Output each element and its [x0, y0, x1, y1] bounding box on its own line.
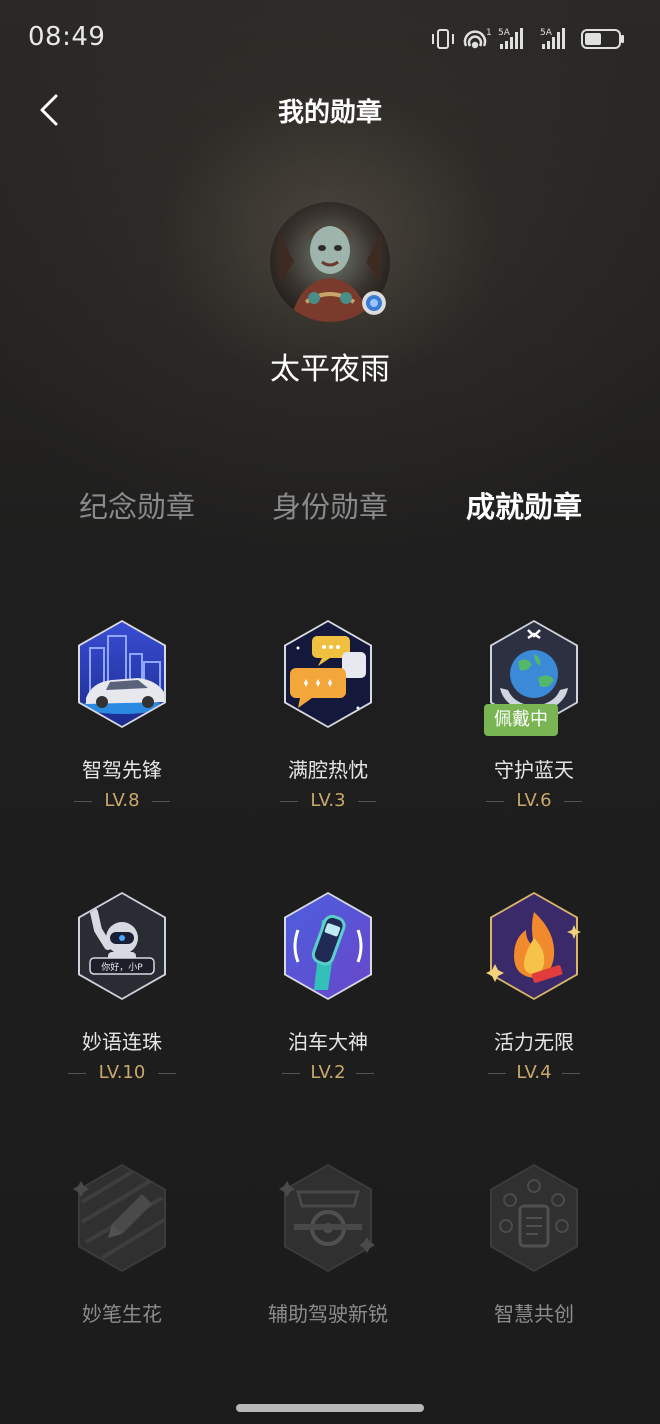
tab-commemorative[interactable]: 纪念勋章	[47, 484, 227, 526]
badge-item-brilliant-writing[interactable]: 妙笔生花	[22, 1162, 222, 1402]
badge-level: LV.6	[516, 790, 552, 811]
flame-badge-icon	[486, 892, 581, 1000]
badge-name: 守护蓝天	[494, 758, 574, 782]
medal-tabs: 纪念勋章 身份勋章 成就勋章	[0, 484, 660, 528]
badge-level: LV.10	[98, 1062, 146, 1083]
badge-name: 活力无限	[494, 1030, 574, 1054]
badge-level-row: LV.2	[228, 1060, 428, 1086]
svg-text:1: 1	[486, 28, 492, 38]
wifi-icon	[463, 30, 487, 49]
badge-item-co-creation[interactable]: 智慧共创	[434, 1162, 634, 1402]
badge-name: 妙笔生花	[82, 1302, 162, 1326]
tab-achievement[interactable]: 成就勋章	[434, 484, 614, 526]
badge-item-eloquence[interactable]: 你好，小P 妙语连珠 LV.10	[22, 890, 222, 1130]
signal-icon-1: 5A	[498, 28, 523, 49]
username: 太平夜雨	[270, 352, 390, 387]
co-creation-badge-icon	[490, 1164, 578, 1272]
vibrate-icon	[432, 29, 454, 49]
svg-text:5A: 5A	[498, 28, 511, 38]
status-icons: 1 5A 5A	[432, 28, 624, 49]
badge-name: 泊车大神	[288, 1030, 368, 1054]
badge-level: LV.8	[104, 790, 140, 811]
badge-level: LV.3	[310, 790, 346, 811]
page-title: 我的勋章	[277, 98, 382, 128]
badge-name: 智驾先锋	[82, 758, 162, 782]
car-city-badge-icon	[78, 620, 166, 728]
badge-level-row: LV.8	[22, 788, 222, 814]
badge-level: LV.4	[516, 1062, 552, 1083]
badge-level-row: LV.3	[228, 788, 428, 814]
badge-level-row: LV.6	[434, 788, 634, 814]
badge-item-smart-driving[interactable]: 智驾先锋 LV.8	[22, 618, 222, 858]
badge-name: 满腔热忱	[288, 758, 368, 782]
badge-name: 智慧共创	[494, 1302, 574, 1326]
badge-level-row: LV.10	[22, 1060, 222, 1086]
signal-icon-2: 5A	[540, 28, 565, 49]
badge-item-protect-sky[interactable]: 佩戴中 守护蓝天 LV.6	[434, 618, 634, 858]
status-bar: 08:49 1 5A 5A	[0, 0, 660, 76]
badge-name: 妙语连珠	[82, 1030, 162, 1054]
verified-badge-icon	[362, 291, 386, 315]
svg-text:你好，小P: 你好，小P	[101, 961, 143, 973]
badge-item-vitality[interactable]: 活力无限 LV.4	[434, 890, 634, 1130]
badge-level-row: LV.4	[434, 1060, 634, 1086]
badge-item-enthusiasm[interactable]: 满腔热忱 LV.3	[228, 618, 428, 858]
badge-item-parking-master[interactable]: 泊车大神 LV.2	[228, 890, 428, 1130]
pen-badge-icon	[73, 1164, 166, 1272]
badge-level: LV.2	[310, 1062, 346, 1083]
badge-item-assisted-driving[interactable]: 辅助驾驶新锐	[228, 1162, 428, 1402]
voice-assistant-badge-icon: 你好，小P	[78, 892, 166, 1000]
wearing-tag: 佩戴中	[484, 704, 558, 736]
svg-text:5A: 5A	[540, 28, 553, 38]
badge-name: 辅助驾驶新锐	[268, 1302, 388, 1326]
battery-icon	[581, 29, 624, 49]
home-indicator[interactable]	[236, 1404, 424, 1412]
chat-bubbles-badge-icon	[284, 620, 372, 728]
status-time: 08:49	[28, 22, 106, 52]
parking-car-badge-icon	[284, 892, 372, 1000]
assisted-driving-badge-icon	[279, 1164, 375, 1272]
tab-identity[interactable]: 身份勋章	[240, 484, 420, 526]
